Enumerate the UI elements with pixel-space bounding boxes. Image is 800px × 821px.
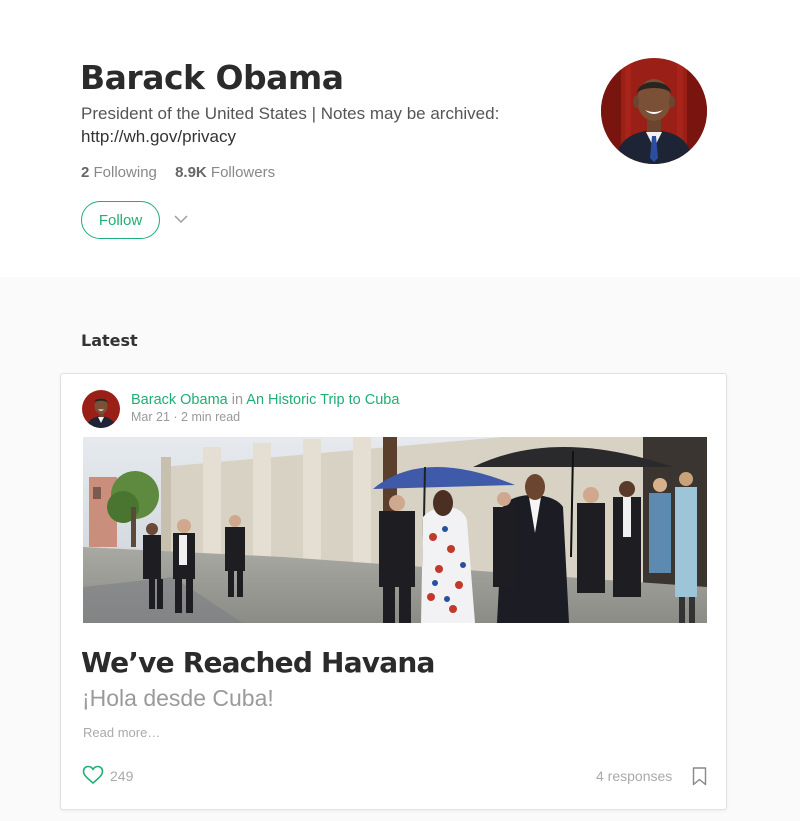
post-title[interactable]: We’ve Reached Havana bbox=[81, 646, 435, 679]
following-link[interactable]: 2 Following bbox=[81, 164, 157, 181]
like-count: 249 bbox=[110, 768, 134, 784]
followers-count: 8.9K bbox=[175, 164, 207, 181]
byline-in: in bbox=[231, 392, 244, 408]
author-link[interactable]: Barack Obama bbox=[131, 392, 228, 408]
read-more-link[interactable]: Read more… bbox=[83, 725, 160, 740]
responses-link[interactable]: 4 responses bbox=[596, 768, 672, 784]
following-count: 2 bbox=[81, 164, 90, 181]
profile-stats: 2 Following 8.9K Followers bbox=[81, 164, 289, 181]
section-heading-latest: Latest bbox=[81, 331, 138, 350]
profile-avatar bbox=[601, 58, 707, 164]
post-byline: Barack Obama in An Historic Trip to Cuba bbox=[131, 392, 399, 408]
post-meta: Mar 21 · 2 min read bbox=[131, 410, 240, 424]
post-date: Mar 21 bbox=[131, 410, 170, 424]
profile-bio-url: http://wh.gov/privacy bbox=[81, 127, 236, 146]
post-subtitle: ¡Hola desde Cuba! bbox=[82, 685, 274, 711]
publication-link[interactable]: An Historic Trip to Cuba bbox=[246, 392, 399, 408]
post-image[interactable] bbox=[83, 437, 707, 623]
meta-separator: · bbox=[173, 410, 178, 424]
author-avatar[interactable] bbox=[82, 390, 120, 428]
followers-label: Followers bbox=[210, 164, 276, 181]
profile-name: Barack Obama bbox=[80, 58, 344, 97]
following-label: Following bbox=[93, 164, 157, 181]
profile-bio: President of the United States | Notes m… bbox=[81, 102, 521, 148]
profile-header: Barack Obama President of the United Sta… bbox=[0, 0, 800, 277]
chevron-down-icon[interactable] bbox=[173, 213, 189, 225]
post-card: Barack Obama in An Historic Trip to Cuba… bbox=[60, 373, 727, 810]
bookmark-icon[interactable] bbox=[692, 767, 707, 786]
read-time: 2 min read bbox=[181, 410, 241, 424]
profile-bio-text: President of the United States | Notes m… bbox=[81, 104, 500, 123]
heart-icon[interactable] bbox=[82, 765, 104, 785]
followers-link[interactable]: 8.9K Followers bbox=[175, 164, 275, 181]
follow-button[interactable]: Follow bbox=[81, 201, 160, 239]
